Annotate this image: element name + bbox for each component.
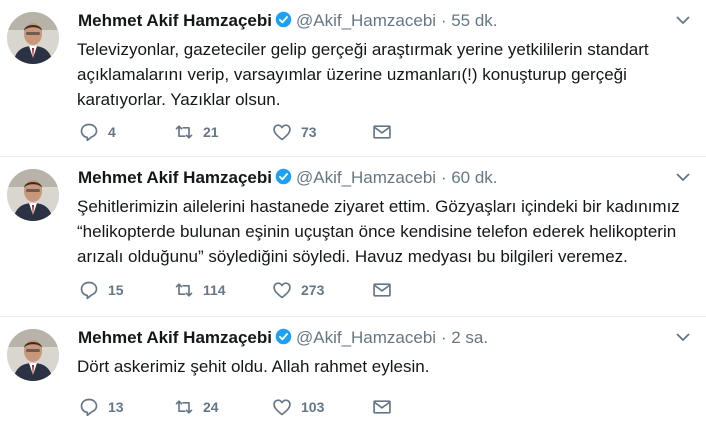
separator: · xyxy=(440,328,447,347)
verified-badge-icon xyxy=(275,328,292,345)
envelope-icon xyxy=(373,283,391,297)
retweet-count: 114 xyxy=(203,282,226,298)
tweet-actions: 13 24 103 xyxy=(79,397,469,417)
heart-icon xyxy=(273,399,291,416)
retweet-icon xyxy=(175,400,193,414)
reply-button[interactable]: 15 xyxy=(79,280,174,300)
tweet[interactable]: Mehmet Akif Hamzaçebi @Akif_Hamzacebi · 5… xyxy=(0,0,706,157)
reply-icon xyxy=(80,281,98,300)
reply-count: 13 xyxy=(108,399,124,415)
avatar[interactable] xyxy=(7,329,59,381)
direct-message-button[interactable] xyxy=(372,280,469,300)
timestamp[interactable]: 2 sa. xyxy=(451,328,488,347)
author-name[interactable]: Mehmet Akif Hamzaçebi xyxy=(78,11,272,30)
heart-icon xyxy=(273,282,291,299)
timestamp[interactable]: 60 dk. xyxy=(451,168,497,187)
retweet-button[interactable]: 24 xyxy=(174,397,272,417)
like-button[interactable]: 273 xyxy=(272,280,372,300)
reply-count: 4 xyxy=(108,124,116,140)
author-handle[interactable]: @Akif_Hamzacebi xyxy=(296,328,436,347)
like-button[interactable]: 73 xyxy=(272,122,372,142)
retweet-button[interactable]: 21 xyxy=(174,122,272,142)
like-button[interactable]: 103 xyxy=(272,397,372,417)
tweet[interactable]: Mehmet Akif Hamzaçebi @Akif_Hamzacebi · 6… xyxy=(0,157,706,317)
retweet-count: 24 xyxy=(203,399,219,415)
envelope-icon xyxy=(373,125,391,139)
author-name[interactable]: Mehmet Akif Hamzaçebi xyxy=(78,168,272,187)
tweet-text: Televizyonlar, gazeteciler gelip gerçeği… xyxy=(77,40,649,109)
heart-icon xyxy=(273,124,291,141)
separator: · xyxy=(440,11,447,30)
author-name[interactable]: Mehmet Akif Hamzaçebi xyxy=(78,328,272,347)
chevron-down-icon[interactable] xyxy=(676,172,690,182)
reply-icon xyxy=(80,123,98,142)
tweet[interactable]: Mehmet Akif Hamzaçebi @Akif_Hamzacebi · 2… xyxy=(0,317,706,431)
like-count: 73 xyxy=(301,124,317,140)
tweet-text: Dört askerimiz şehit oldu. Allah rahmet … xyxy=(77,357,430,376)
tweet-header: Mehmet Akif Hamzaçebi @Akif_Hamzacebi · 5… xyxy=(78,11,498,31)
avatar[interactable] xyxy=(7,169,59,221)
direct-message-button[interactable] xyxy=(372,122,469,142)
timestamp[interactable]: 55 dk. xyxy=(451,11,497,30)
retweet-button[interactable]: 114 xyxy=(174,280,272,300)
reply-icon xyxy=(80,398,98,417)
retweet-count: 21 xyxy=(203,124,219,140)
like-count: 103 xyxy=(301,399,325,415)
reply-count: 15 xyxy=(108,282,124,298)
chevron-down-icon[interactable] xyxy=(676,332,690,342)
verified-badge-icon xyxy=(275,11,292,28)
tweet-actions: 4 21 73 xyxy=(79,122,469,142)
retweet-icon xyxy=(175,125,193,139)
direct-message-button[interactable] xyxy=(372,397,469,417)
reply-button[interactable]: 4 xyxy=(79,122,174,142)
avatar[interactable] xyxy=(7,12,59,64)
envelope-icon xyxy=(373,400,391,414)
tweet-text: Şehitlerimizin ailelerini hastanede ziya… xyxy=(77,197,680,266)
retweet-icon xyxy=(175,283,193,297)
tweet-actions: 15 114 273 xyxy=(79,280,469,300)
tweet-header: Mehmet Akif Hamzaçebi @Akif_Hamzacebi · 2… xyxy=(78,328,488,348)
author-handle[interactable]: @Akif_Hamzacebi xyxy=(296,168,436,187)
separator: · xyxy=(440,168,447,187)
author-handle[interactable]: @Akif_Hamzacebi xyxy=(296,11,436,30)
reply-button[interactable]: 13 xyxy=(79,397,174,417)
verified-badge-icon xyxy=(275,168,292,185)
tweet-header: Mehmet Akif Hamzaçebi @Akif_Hamzacebi · 6… xyxy=(78,168,498,188)
like-count: 273 xyxy=(301,282,325,298)
chevron-down-icon[interactable] xyxy=(676,15,690,25)
